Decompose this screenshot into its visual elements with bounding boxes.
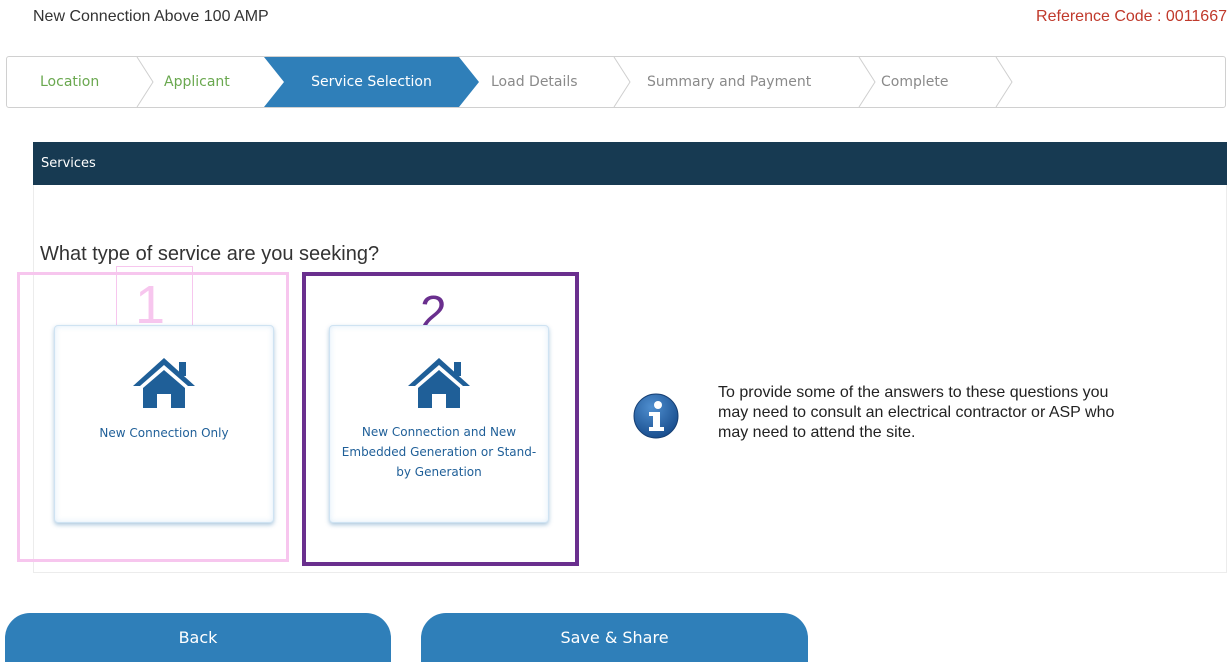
- step-separator: [136, 57, 154, 107]
- step-summary-and-payment[interactable]: Summary and Payment: [647, 57, 811, 107]
- step-load-details[interactable]: Load Details: [491, 57, 578, 107]
- step-separator: [995, 57, 1013, 107]
- step-complete[interactable]: Complete: [881, 57, 948, 107]
- back-button[interactable]: Back: [5, 613, 391, 662]
- page-title: New Connection Above 100 AMP: [33, 8, 269, 25]
- annotation-number-1: 1: [135, 275, 166, 335]
- progress-stepper: Location Applicant Service Selection Loa…: [6, 56, 1226, 108]
- house-icon: [408, 358, 470, 408]
- reference-code: Reference Code : 0011667: [1036, 8, 1227, 25]
- step-applicant[interactable]: Applicant: [164, 57, 230, 107]
- save-share-button[interactable]: Save & Share: [421, 613, 808, 662]
- step-service-selection[interactable]: Service Selection: [284, 57, 459, 107]
- option-new-connection-and-generation[interactable]: New Connection and New Embedded Generati…: [329, 325, 549, 523]
- step-separator: [858, 57, 876, 107]
- info-icon: [633, 393, 679, 439]
- option-label: New Connection Only: [99, 426, 229, 440]
- step-location[interactable]: Location: [40, 57, 99, 107]
- option-label: New Connection and New Embedded Generati…: [341, 425, 537, 479]
- house-icon: [133, 358, 195, 408]
- info-text-container: To provide some of the answers to these …: [718, 378, 1227, 458]
- panel-header-title: Services: [41, 156, 96, 171]
- info-text: To provide some of the answers to these …: [718, 384, 1115, 441]
- panel-header: Services: [33, 142, 1227, 185]
- service-question: What type of service are you seeking?: [40, 243, 380, 265]
- option-new-connection-only[interactable]: New Connection Only: [54, 325, 274, 523]
- step-separator: [613, 57, 631, 107]
